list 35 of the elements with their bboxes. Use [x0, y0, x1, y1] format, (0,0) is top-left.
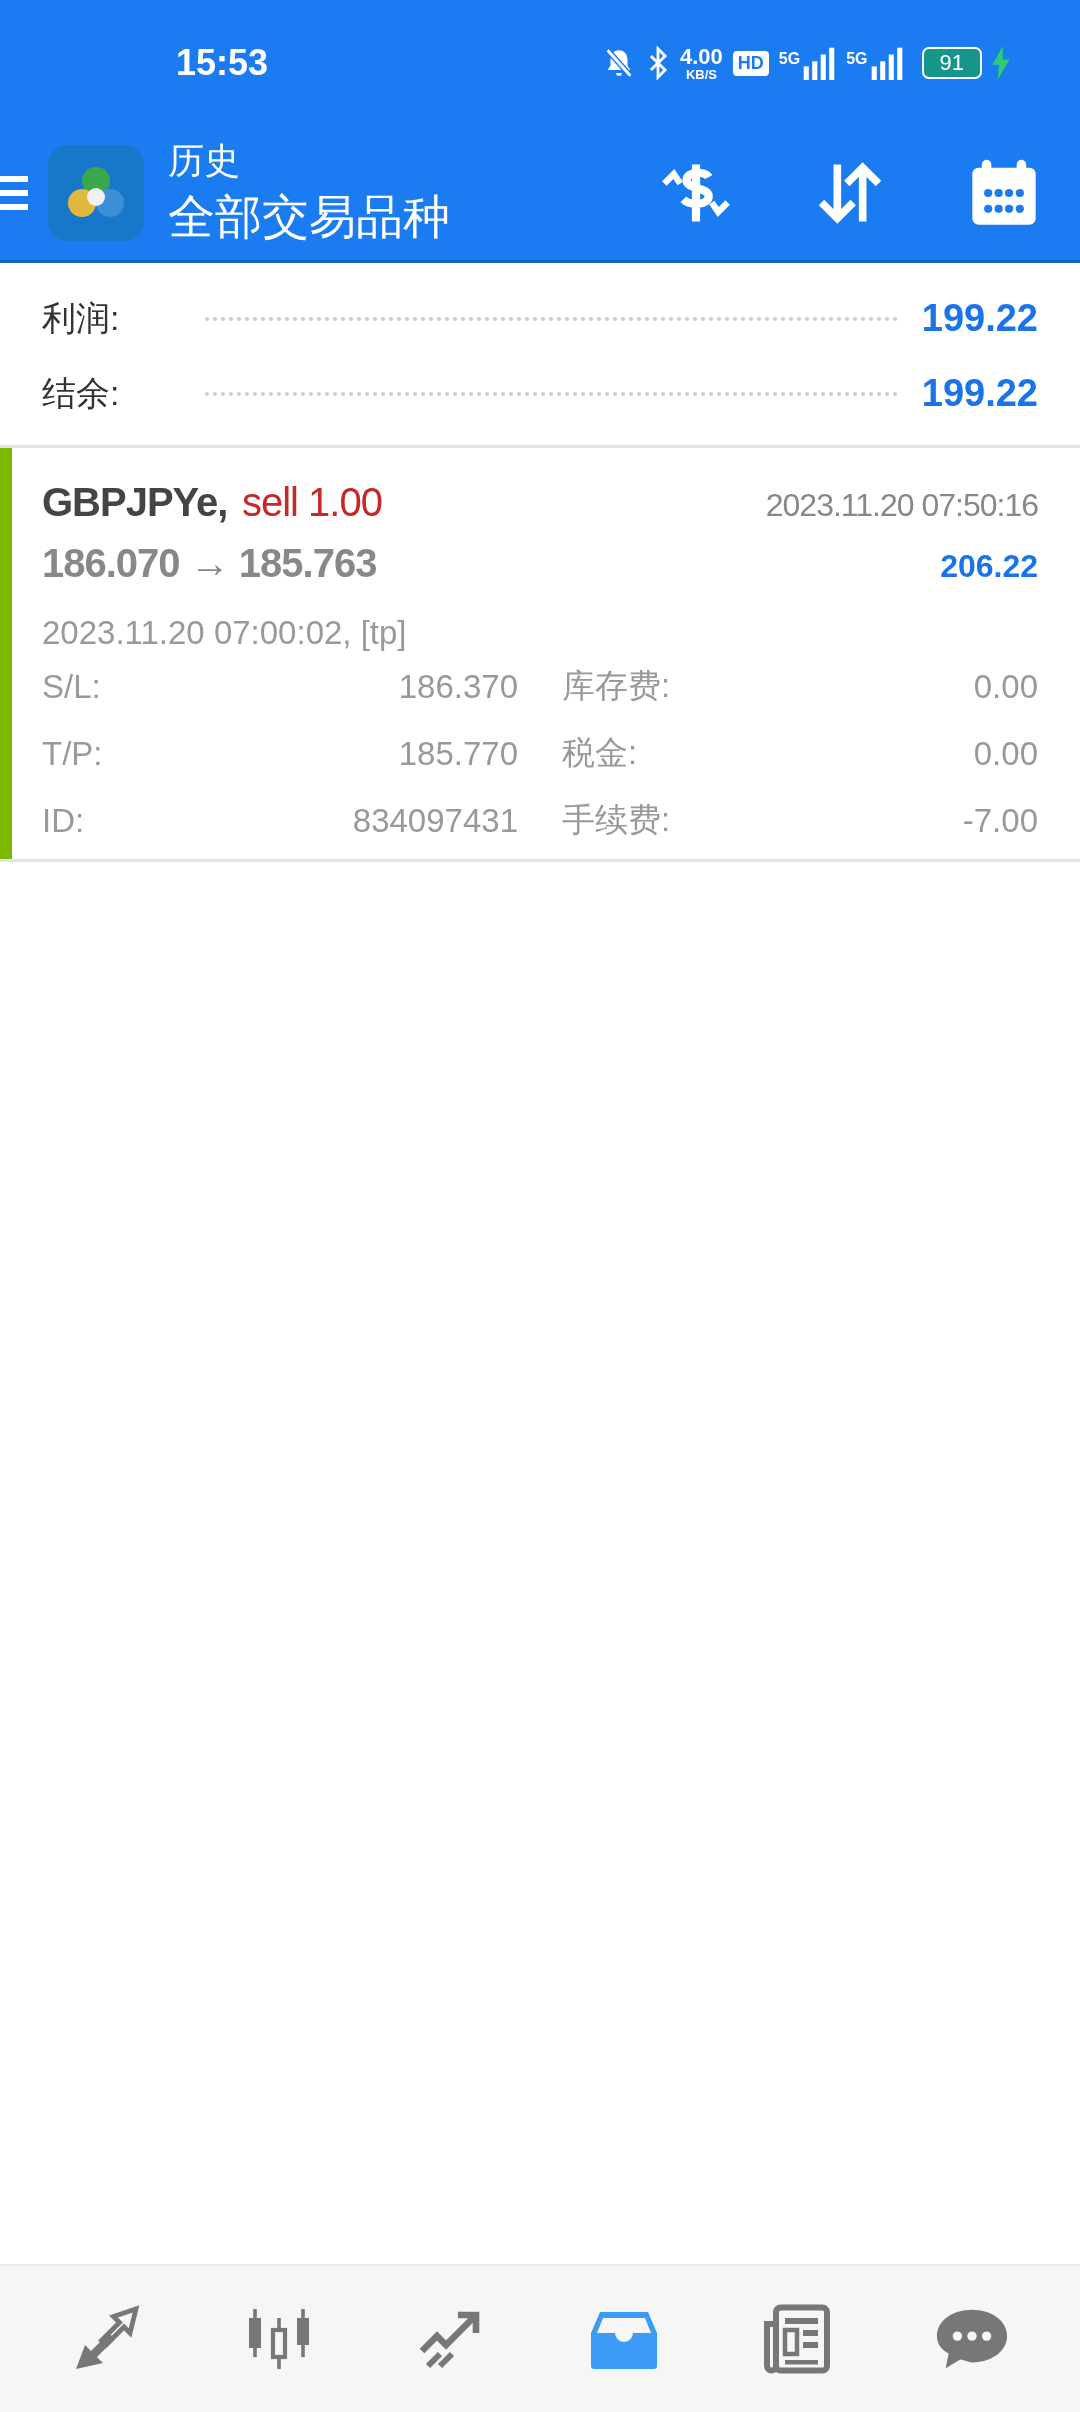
field-value: 0.00 [972, 667, 1038, 706]
summary-label: 结余: [42, 372, 120, 414]
signal-icon [869, 46, 904, 80]
screen-title[interactable]: 全部交易品种 [168, 186, 658, 249]
open-info: 2023.11.20 07:00:02, [tp] [42, 614, 408, 652]
field-label: 手续费: [561, 800, 668, 840]
deal-symbol: GBPJPYe, [42, 480, 228, 524]
hd-badge: HD [732, 50, 769, 76]
signal-icon [802, 46, 837, 80]
deal-card[interactable]: GBPJPYe, sell 1.00 2023.11.20 07:50:16 186.070 → 185.763 206.22 2023.11.20 07:00:02, [tp] S/L: 186.370 库存费: 0.00 T/P: 185.770 税金: 0.00 ID: 834097431 手续费: -7.00 [0, 448, 1080, 862]
network-type: 5G [778, 49, 801, 68]
deal-profit: 206.22 [940, 547, 1038, 586]
screen-subtitle: 历史 [168, 139, 241, 183]
speed-unit: KB/S [685, 67, 717, 81]
field-value: 834097431 [351, 801, 518, 840]
battery-level: 91 [921, 47, 982, 79]
network-speed: 4.00 [680, 45, 723, 68]
field-value: 186.370 [397, 667, 518, 706]
field-label: 税金: [561, 733, 639, 773]
deal-side: sell 1.00 [241, 480, 382, 524]
summary-value: 199.22 [921, 372, 1038, 415]
deal-prices: 186.070 → 185.763 [42, 540, 377, 587]
field-value: 185.770 [397, 734, 518, 773]
field-label: S/L: [42, 667, 102, 706]
network-type: 5G [846, 49, 868, 68]
summary-value: 199.22 [921, 297, 1038, 340]
clock-time: 15:53 [176, 42, 269, 84]
field-value: -7.00 [961, 801, 1038, 840]
app-logo-icon [48, 145, 144, 241]
field-label: ID: [42, 801, 86, 840]
field-label: T/P: [42, 734, 104, 773]
field-label: 库存费: [561, 666, 668, 706]
close-time: 2023.11.20 07:50:16 [765, 486, 1038, 525]
field-value: 0.00 [972, 734, 1038, 773]
summary-label: 利润: [42, 297, 120, 339]
